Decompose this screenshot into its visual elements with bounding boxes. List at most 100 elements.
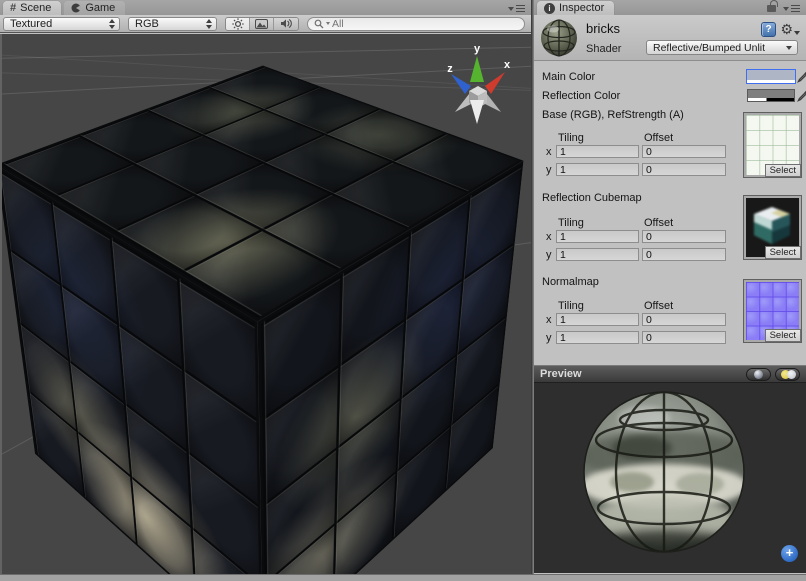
scene-panel: # Scene Game Textured RGB [0,0,531,581]
tab-game-label: Game [85,2,115,14]
inspector-panel: i Inspector bricks Shader [534,0,806,581]
main-color-swatch[interactable] [747,70,795,83]
normalmap-offset-y-field[interactable] [642,331,726,344]
gizmo-x-cone[interactable] [485,72,505,94]
search-icon [314,19,324,29]
cubemap-offset-x-field[interactable] [642,230,726,243]
reflection-cubemap-label: Reflection Cubemap [542,192,642,204]
base-texture-label: Base (RGB), RefStrength (A) [542,109,684,121]
render-mode-value: Textured [10,18,52,30]
normalmap-offset-x-field[interactable] [642,313,726,326]
search-filter-caret-icon[interactable] [326,22,330,25]
tab-inspector-label: Inspector [559,2,604,14]
grid-icon: # [10,2,16,14]
normalmap-select-button[interactable]: Select [765,329,801,342]
preview-title: Preview [540,368,582,380]
material-properties: Main Color Reflection Color Base (RGB), … [534,61,806,365]
tab-game[interactable]: Game [64,1,125,15]
base-offset-y-field[interactable] [642,163,726,176]
cubemap-thumbnail[interactable]: Select [744,196,801,259]
gear-icon[interactable]: ⚙ [780,21,800,38]
material-thumbnail-sphere [540,19,578,57]
base-select-button[interactable]: Select [765,164,801,177]
gizmo-z-cone[interactable] [451,74,471,94]
gizmo-y-cone[interactable] [470,56,484,82]
shader-value: Reflective/Bumped Unlit [653,42,765,54]
eyedropper-icon[interactable] [797,70,806,83]
window-resize-bar[interactable] [0,574,806,581]
scene-cube-object[interactable] [0,86,531,574]
scene-search-field[interactable] [307,17,525,31]
render-mode-dropdown[interactable]: Textured [3,17,120,31]
add-button[interactable]: + [781,545,798,562]
audio-toggle-button[interactable] [274,18,298,30]
eyedropper-icon[interactable] [797,89,806,102]
preview-shape-button[interactable] [746,368,771,381]
y-row-label: y [546,164,552,176]
tiling-header: Tiling [558,132,584,144]
x-row-label: x [546,231,552,243]
cubemap-tiling-grid: Tiling Offset x y [534,217,744,262]
normalmap-tiling-grid: Tiling Offset x y [534,300,744,345]
offset-header: Offset [644,217,673,229]
game-icon [71,3,81,13]
normalmap-thumbnail[interactable]: Select [744,280,801,342]
scene-panel-menu-icon[interactable] [508,5,525,12]
scene-orientation-gizmo[interactable]: y x z [443,42,515,126]
base-tiling-x-field[interactable] [556,145,639,158]
base-offset-x-field[interactable] [642,145,726,158]
channel-value: RGB [135,18,159,30]
channel-dropdown[interactable]: RGB [128,17,217,31]
base-tiling-y-field[interactable] [556,163,639,176]
material-name: bricks [586,21,620,36]
alpha-bar [748,98,794,101]
gizmo-z-label: z [447,63,453,75]
sphere-icon [754,370,763,379]
updown-arrows-icon [206,19,212,29]
shader-dropdown[interactable]: Reflective/Bumped Unlit [646,40,798,55]
tab-scene[interactable]: # Scene [3,1,61,15]
base-texture-thumbnail[interactable]: Select [744,113,801,177]
sun-icon [232,18,244,30]
normalmap-label: Normalmap [542,276,599,288]
tiling-header: Tiling [558,217,584,229]
skybox-toggle-button[interactable] [250,18,274,30]
tab-scene-label: Scene [20,2,51,14]
y-row-label: y [546,249,552,261]
cubemap-offset-y-field[interactable] [642,248,726,261]
preview-lighting-button[interactable] [775,368,800,381]
cubemap-tiling-x-field[interactable] [556,230,639,243]
alpha-bar [747,80,795,83]
preview-area[interactable]: + [534,383,806,573]
chevron-down-icon [786,46,792,50]
offset-header: Offset [644,300,673,312]
gizmo-y-label: y [474,43,481,55]
scene-toggle-group [225,17,299,31]
light-toggle-icon [781,370,795,379]
scene-tabbar: # Scene Game [0,0,531,15]
inspector-panel-menu-icon[interactable] [783,5,800,12]
updown-arrows-icon [109,19,115,29]
preview-header[interactable]: Preview [534,365,806,383]
lock-icon[interactable] [767,5,776,12]
normalmap-tiling-y-field[interactable] [556,331,639,344]
gizmo-neg-y-cone[interactable] [470,100,484,124]
normalmap-tiling-x-field[interactable] [556,313,639,326]
offset-header: Offset [644,132,673,144]
cubemap-tiling-y-field[interactable] [556,248,639,261]
scene-toolbar: Textured RGB [0,15,531,33]
tab-inspector[interactable]: i Inspector [537,1,614,15]
reflection-color-swatch[interactable] [747,89,795,102]
lighting-toggle-button[interactable] [226,18,250,30]
help-icon[interactable]: ? [761,22,776,37]
speaker-icon [280,18,292,29]
cubemap-select-button[interactable]: Select [765,246,801,259]
shader-label: Shader [586,43,621,55]
search-input[interactable] [332,18,482,30]
scene-viewport[interactable]: y x z [0,34,531,574]
y-row-label: y [546,332,552,344]
reflection-color-label: Reflection Color [542,90,620,102]
gizmo-x-label: x [504,59,511,71]
info-icon: i [544,3,555,14]
main-color-label: Main Color [542,71,595,83]
